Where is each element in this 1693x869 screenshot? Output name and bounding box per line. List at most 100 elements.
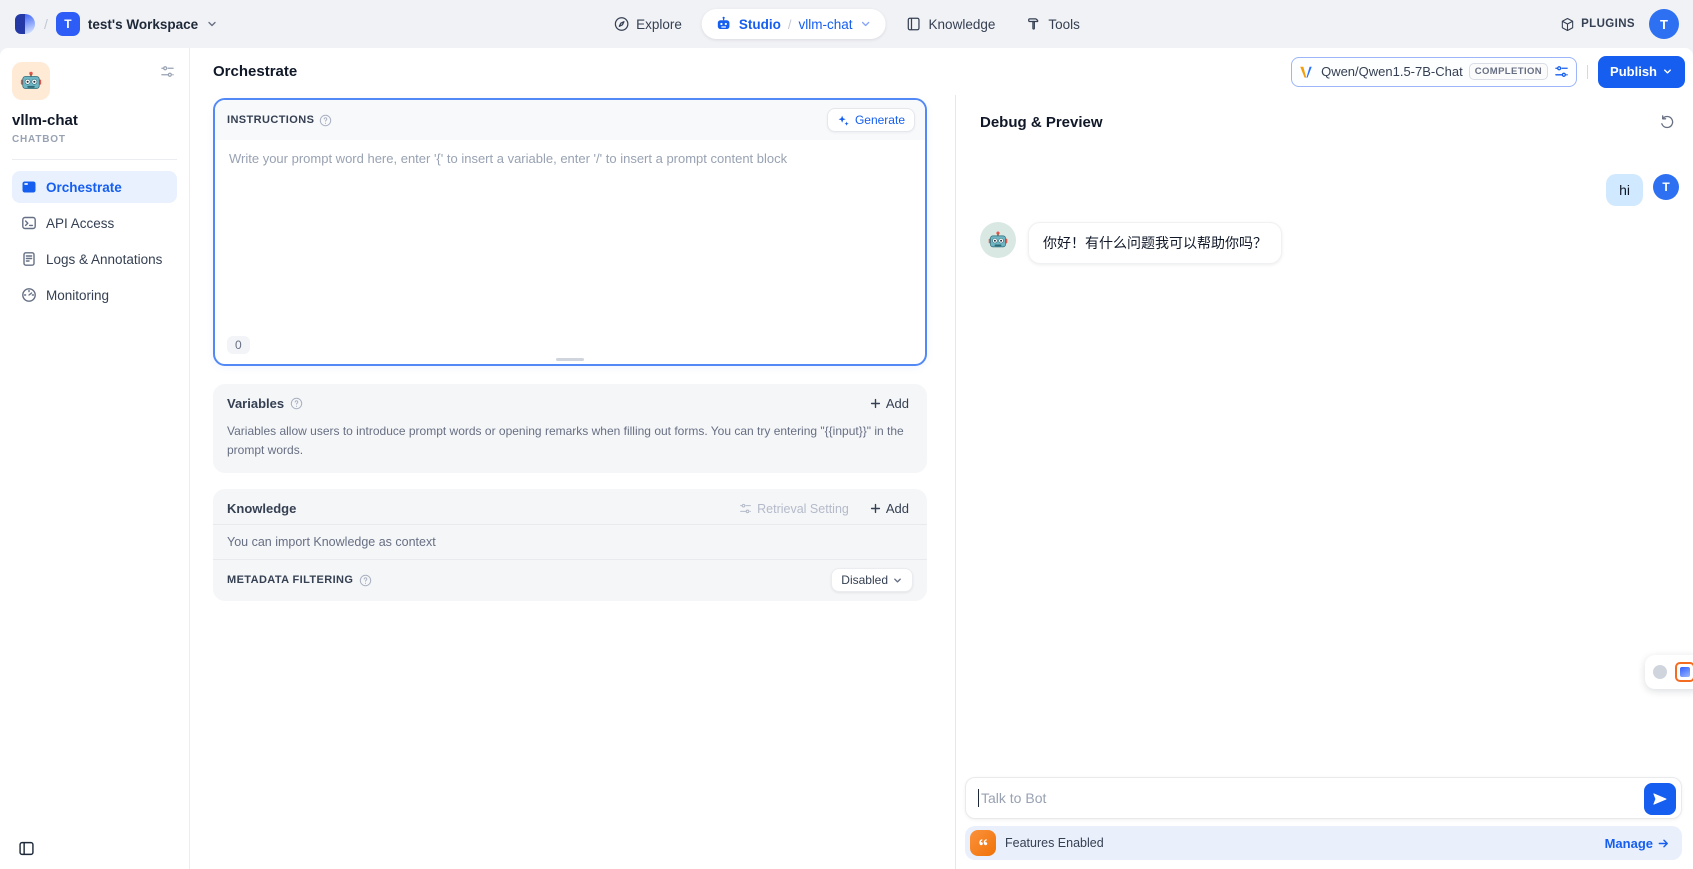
variables-header: Variables Add <box>213 384 927 419</box>
knowledge-description: You can import Knowledge as context <box>213 525 927 559</box>
sidebar-item-api-access[interactable]: API Access <box>12 207 177 239</box>
app-name: vllm-chat <box>12 112 177 129</box>
app-type-label: CHATBOT <box>12 134 177 145</box>
sidebar-item-monitoring[interactable]: Monitoring <box>12 279 177 311</box>
main-content: Orchestrate Qwen/Qwen1.5-7B-Chat COMPLET… <box>190 48 1693 869</box>
add-knowledge-button[interactable]: Add <box>865 498 913 519</box>
robot-emoji-icon <box>19 69 43 93</box>
publish-button[interactable]: Publish <box>1598 56 1685 88</box>
retrieval-setting-button[interactable]: Retrieval Setting <box>739 502 849 516</box>
nav-item-studio[interactable]: Studio / vllm-chat <box>702 9 886 39</box>
workspace-selector[interactable]: T test's Workspace <box>56 12 218 36</box>
knowledge-panel: Knowledge Retrieval Setting <box>213 489 927 601</box>
sidebar-item-label: Monitoring <box>46 288 109 303</box>
chat-input-box <box>965 777 1682 819</box>
knowledge-icon <box>906 16 922 32</box>
manage-features-button[interactable]: Manage <box>1605 836 1670 851</box>
metadata-filtering-row: METADATA FILTERING Disabled <box>213 560 927 601</box>
app-body: vllm-chat CHATBOT Orchestrate API Access… <box>0 48 1693 869</box>
logs-document-icon <box>21 251 37 267</box>
nav-label-explore: Explore <box>636 17 682 32</box>
user-avatar[interactable]: T <box>1649 9 1679 39</box>
sidebar-item-logs-annotations[interactable]: Logs & Annotations <box>12 243 177 275</box>
app-header <box>12 62 177 100</box>
send-button[interactable] <box>1644 783 1676 815</box>
bot-avatar <box>980 222 1016 258</box>
retrieval-setting-icon <box>739 502 752 515</box>
sparkle-icon <box>837 114 850 127</box>
restart-chat-button[interactable] <box>1657 112 1677 132</box>
header-divider <box>1587 65 1588 79</box>
config-header: Orchestrate Qwen/Qwen1.5-7B-Chat COMPLET… <box>190 48 1693 95</box>
prompt-editor[interactable]: Write your prompt word here, enter '{' t… <box>215 140 925 320</box>
content-columns: INSTRUCTIONS Generate <box>190 95 1693 869</box>
debug-header: Debug & Preview <box>956 95 1693 140</box>
explore-icon <box>613 16 629 32</box>
model-selector[interactable]: Qwen/Qwen1.5-7B-Chat COMPLETION <box>1291 57 1577 87</box>
features-icon <box>970 830 996 856</box>
nav-item-explore[interactable]: Explore <box>603 10 692 38</box>
dify-logo-right <box>25 14 35 34</box>
nav-label-studio: Studio <box>739 17 781 32</box>
config-column: INSTRUCTIONS Generate <box>190 95 955 869</box>
sidebar-item-label: Orchestrate <box>46 180 122 195</box>
send-icon <box>1652 791 1668 807</box>
sidebar-divider <box>12 159 177 160</box>
bot-message-bubble: 你好！有什么问题我可以帮助你吗？ <box>1028 222 1282 264</box>
chevron-down-icon <box>860 18 872 30</box>
workspace-avatar: T <box>56 12 80 36</box>
metadata-filtering-label-group: METADATA FILTERING <box>227 574 372 587</box>
help-icon <box>359 574 372 587</box>
add-variable-label: Add <box>886 396 909 411</box>
gauge-icon <box>21 287 37 303</box>
debug-preview-panel: Debug & Preview hi T 你好！有什么问题我可以帮助你吗 <box>955 95 1693 869</box>
tools-icon <box>1025 16 1041 32</box>
nav-item-knowledge[interactable]: Knowledge <box>896 10 1006 38</box>
breadcrumb-separator: / <box>44 16 48 32</box>
collapse-sidebar-button[interactable] <box>18 840 35 857</box>
vllm-logo-icon <box>1297 63 1315 81</box>
sidebar-item-orchestrate[interactable]: Orchestrate <box>12 171 177 203</box>
nav-separator: / <box>788 17 792 32</box>
sidebar-item-label: API Access <box>46 216 114 231</box>
variables-title: Variables <box>227 396 284 411</box>
app-settings-button[interactable] <box>158 62 177 81</box>
arrow-right-icon <box>1657 837 1670 850</box>
floating-helper-widget[interactable] <box>1645 655 1693 689</box>
nav-label-knowledge: Knowledge <box>929 17 996 32</box>
dify-logo-left <box>15 14 25 34</box>
plugins-icon <box>1560 17 1575 32</box>
chevron-down-icon <box>206 18 218 30</box>
help-icon <box>290 397 303 410</box>
metadata-filtering-toggle[interactable]: Disabled <box>831 568 913 592</box>
generate-label: Generate <box>855 113 905 127</box>
drag-dot-icon <box>1653 665 1667 679</box>
nav-item-tools[interactable]: Tools <box>1015 10 1090 38</box>
resize-handle[interactable] <box>556 358 584 361</box>
instructions-label: INSTRUCTIONS <box>227 114 314 126</box>
dify-logo[interactable] <box>14 13 36 35</box>
header-actions: Qwen/Qwen1.5-7B-Chat COMPLETION Publish <box>1291 56 1685 88</box>
primary-nav: Explore Studio / vllm-chat Knowledge Too… <box>603 0 1090 48</box>
knowledge-title: Knowledge <box>227 501 296 516</box>
features-bar: Features Enabled Manage <box>965 826 1682 860</box>
add-knowledge-label: Add <box>886 501 909 516</box>
variables-title-group: Variables <box>227 396 303 411</box>
model-name: Qwen/Qwen1.5-7B-Chat <box>1321 64 1463 79</box>
retrieval-setting-label: Retrieval Setting <box>757 502 849 516</box>
robot-emoji-icon <box>987 229 1009 251</box>
features-label: Features Enabled <box>1005 836 1104 850</box>
chat-message-user: hi T <box>980 174 1679 206</box>
plugins-button[interactable]: PLUGINS <box>1560 17 1635 32</box>
add-variable-button[interactable]: Add <box>865 393 913 414</box>
help-icon <box>319 114 332 127</box>
prompt-placeholder: Write your prompt word here, enter '{' t… <box>229 151 787 166</box>
generate-button[interactable]: Generate <box>827 108 915 132</box>
model-tune-icon <box>1554 64 1569 79</box>
app-icon[interactable] <box>12 62 50 100</box>
chat-input[interactable] <box>981 790 1633 806</box>
current-app-name: vllm-chat <box>799 17 853 32</box>
knowledge-header: Knowledge Retrieval Setting <box>213 489 927 524</box>
orchestrate-icon <box>21 179 37 195</box>
chevron-down-icon <box>1662 66 1673 77</box>
